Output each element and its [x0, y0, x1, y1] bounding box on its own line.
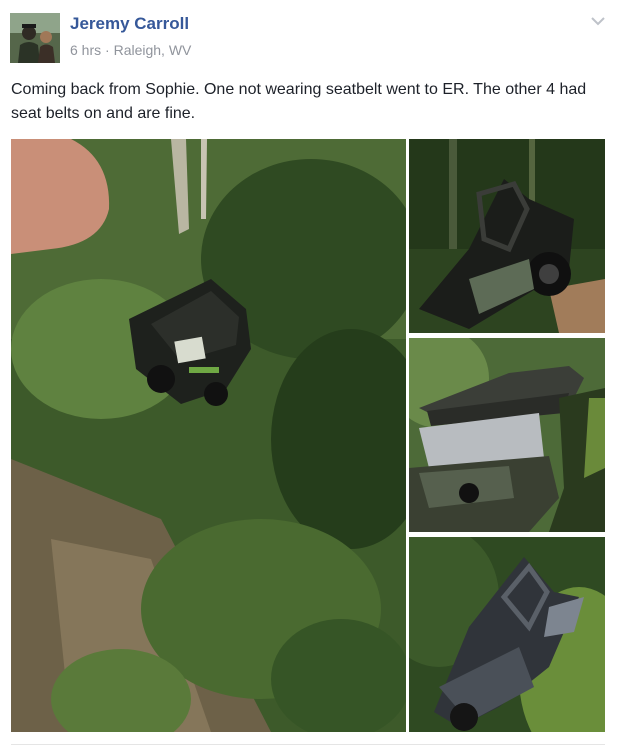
post-time[interactable]: 6 hrs — [70, 42, 101, 58]
chevron-down-icon[interactable] — [589, 14, 607, 28]
post-message: Coming back from Sophie. One not wearing… — [11, 81, 587, 122]
post-divider — [11, 744, 605, 745]
meta-separator: · — [105, 42, 110, 58]
avatar[interactable] — [10, 13, 60, 63]
photo-thumbnail-1[interactable] — [409, 139, 605, 333]
photo-thumbnail-3[interactable] — [409, 537, 605, 732]
photo-main[interactable] — [11, 139, 406, 732]
post-location[interactable]: Raleigh, WV — [114, 42, 192, 58]
facebook-post: Jeremy Carroll 6 hrs · Raleigh, WV Comin… — [0, 0, 619, 751]
photo-thumbnail-2[interactable] — [409, 338, 605, 532]
author-name-link[interactable]: Jeremy Carroll — [70, 14, 189, 34]
post-meta: 6 hrs · Raleigh, WV — [70, 42, 191, 58]
